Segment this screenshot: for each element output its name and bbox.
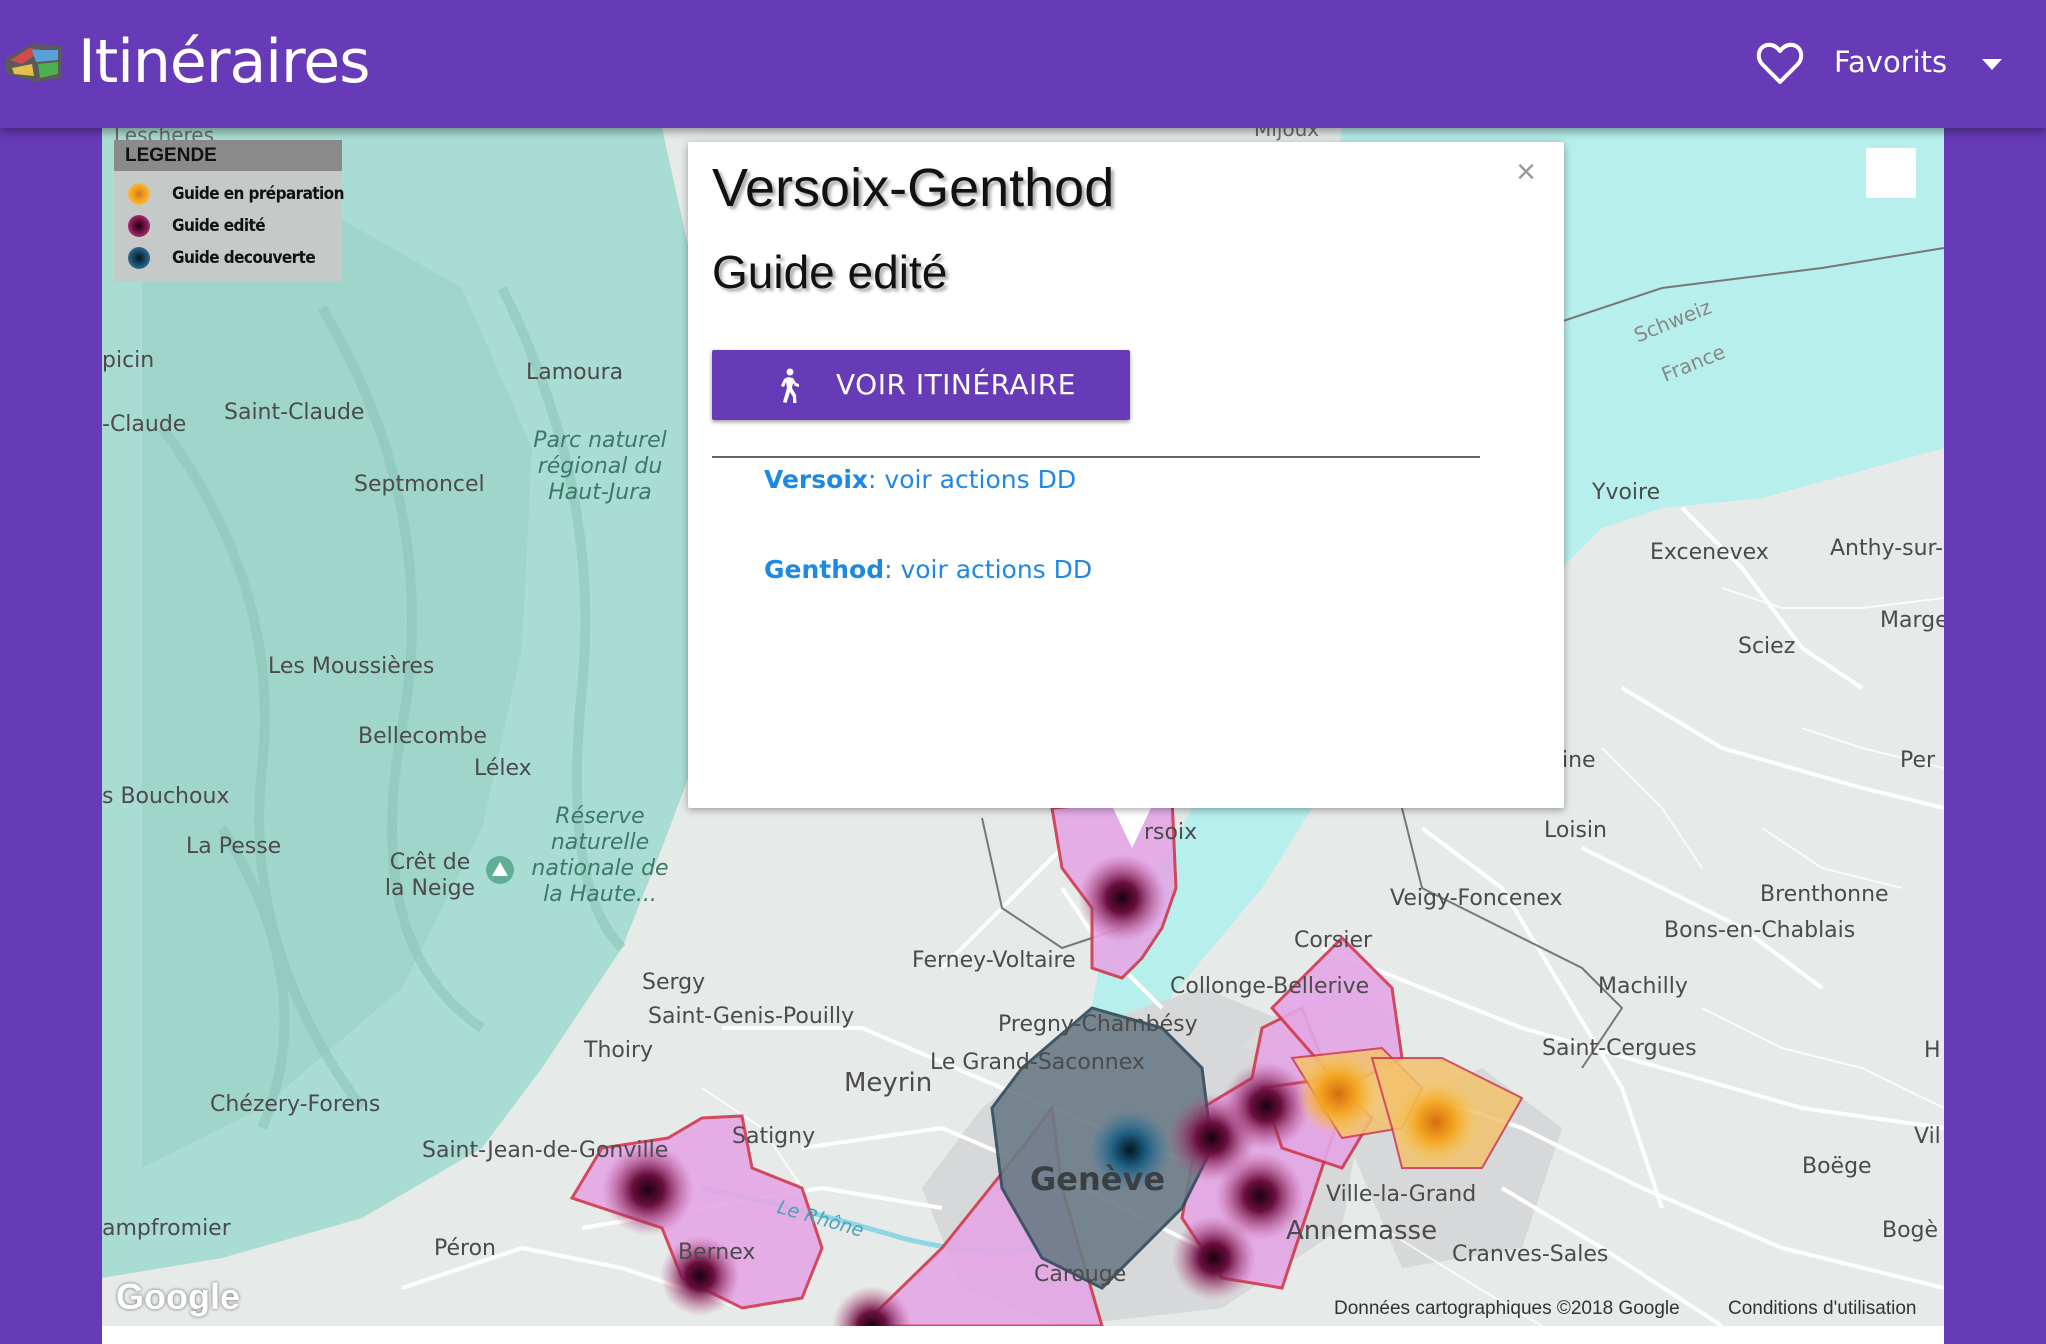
map-label: ine — [1562, 748, 1596, 773]
map-label: Chézery-Forens — [210, 1092, 381, 1117]
map-label: Lamoura — [526, 360, 624, 385]
map-label: Boëge — [1802, 1154, 1872, 1179]
app-bar: Itinéraires Favorits — [0, 0, 2046, 128]
map-label: Saint-Jean-de-Gonville — [422, 1138, 669, 1163]
map-label: Ville-la-Grand — [1326, 1182, 1477, 1207]
legend-item-edited: Guide edité — [114, 212, 342, 240]
map-label: Annemasse — [1286, 1216, 1438, 1246]
legend-label: Guide edité — [172, 216, 266, 236]
map-label: Ferney-Voltaire — [912, 948, 1076, 973]
map-label: Le Grand-Saconnex — [930, 1050, 1145, 1075]
map-label: Mijoux — [1254, 128, 1320, 141]
map-label: Loisin — [1544, 818, 1607, 843]
terms-link[interactable]: Conditions d'utilisation — [1728, 1298, 1916, 1320]
legend-title: LEGENDE — [114, 140, 342, 171]
link-text: : voir actions DD — [868, 465, 1077, 494]
map-label: Corsier — [1294, 928, 1373, 953]
map-label: Lélex — [474, 756, 532, 781]
map-label: picin — [102, 348, 155, 373]
versoix-actions-link[interactable]: Versoix: voir actions DD — [764, 464, 1076, 496]
map-legend: LEGENDE Guide en préparation Guide edité… — [114, 140, 344, 282]
map-label: -Claude — [102, 412, 187, 437]
map-label: Meyrin — [844, 1068, 933, 1098]
map-label: Veigy-Foncenex — [1390, 886, 1563, 911]
map-label: Saint-Genis-Pouilly — [648, 1004, 855, 1029]
map-label: s Bouchoux — [102, 784, 230, 809]
map-label: Yvoire — [1592, 480, 1661, 505]
legend-item-discovery: Guide decouverte — [114, 244, 342, 272]
map-label: Machilly — [1598, 974, 1688, 999]
town-name: Genthod — [764, 555, 885, 584]
map-label: Satigny — [732, 1124, 816, 1149]
favorites-menu-label[interactable]: Favorits — [1834, 44, 1947, 80]
map-label: Anthy-sur-L — [1830, 536, 1944, 561]
map[interactable]: Lescheres Mijoux Lamoura Saint-Claude -C… — [102, 128, 1944, 1326]
popup-subtitle: Guide edité — [712, 246, 948, 298]
info-window: × Versoix-Genthod Guide edité VOIR ITINÉ… — [688, 142, 1564, 808]
link-text: : voir actions DD — [884, 555, 1093, 584]
map-label: Vil — [1914, 1124, 1941, 1149]
map-label: Les Moussières — [268, 654, 435, 679]
map-label: Excenevex — [1650, 540, 1769, 565]
genthod-actions-link[interactable]: Genthod: voir actions DD — [764, 554, 1092, 586]
orange-dot-icon — [128, 183, 150, 205]
walking-person-icon — [781, 368, 799, 403]
map-credits: Données cartographiques ©2018 Google — [1334, 1298, 1680, 1319]
map-label: Sergy — [642, 970, 706, 995]
app-title: Itinéraires — [78, 27, 370, 97]
purple-dot-icon — [128, 215, 150, 237]
map-label: Cranves-Sales — [1452, 1242, 1609, 1267]
map-label: Parc naturel régional du Haut-Jura — [533, 428, 667, 505]
map-label: Crêt de la Neige — [384, 850, 476, 901]
map-label: Septmoncel — [354, 472, 485, 497]
map-label: Saint-Claude — [224, 400, 365, 425]
caret-down-icon[interactable] — [1980, 56, 2004, 72]
map-label: Péron — [434, 1236, 496, 1261]
map-label: H — [1924, 1038, 1941, 1063]
map-label: Thoiry — [584, 1038, 654, 1063]
map-label: Bernex — [678, 1240, 756, 1265]
heart-icon[interactable] — [1756, 40, 1804, 86]
map-label: Bogè — [1882, 1218, 1939, 1243]
map-label: Collonge-Bellerive — [1170, 974, 1370, 999]
app-logo-icon — [6, 44, 62, 82]
map-label: Sciez — [1738, 634, 1796, 659]
divider — [712, 456, 1480, 458]
map-label: Per — [1900, 748, 1936, 773]
popup-title: Versoix-Genthod — [712, 158, 1115, 218]
view-route-button[interactable]: VOIR ITINÉRAIRE — [712, 350, 1130, 420]
map-label: Pregny-Chambésy — [998, 1012, 1198, 1037]
legend-label: Guide decouverte — [172, 248, 316, 268]
map-label: ampfromier — [102, 1216, 231, 1241]
view-route-label: VOIR ITINÉRAIRE — [836, 368, 1076, 401]
map-label: Bons-en-Chablais — [1664, 918, 1856, 943]
map-label: Saint-Cergues — [1542, 1036, 1697, 1061]
fullscreen-button[interactable] — [1866, 148, 1916, 198]
map-label: Genève — [1030, 1160, 1166, 1198]
map-label: Marge — [1880, 608, 1944, 633]
blue-dot-icon — [128, 247, 150, 269]
legend-item-preparation: Guide en préparation — [114, 180, 344, 208]
map-label: La Pesse — [186, 834, 282, 859]
map-label: Bellecombe — [358, 724, 487, 749]
map-label: Brenthonne — [1760, 882, 1889, 907]
legend-label: Guide en préparation — [172, 184, 344, 204]
popup-pointer — [1112, 806, 1152, 848]
google-logo: Google — [116, 1276, 240, 1317]
close-icon[interactable]: × — [1516, 154, 1536, 190]
town-name: Versoix — [764, 465, 869, 494]
page-bottom-strip — [102, 1326, 1944, 1344]
map-label: Carouge — [1034, 1262, 1127, 1287]
map-label: Réserve naturelle nationale de la Haute.… — [531, 804, 669, 907]
